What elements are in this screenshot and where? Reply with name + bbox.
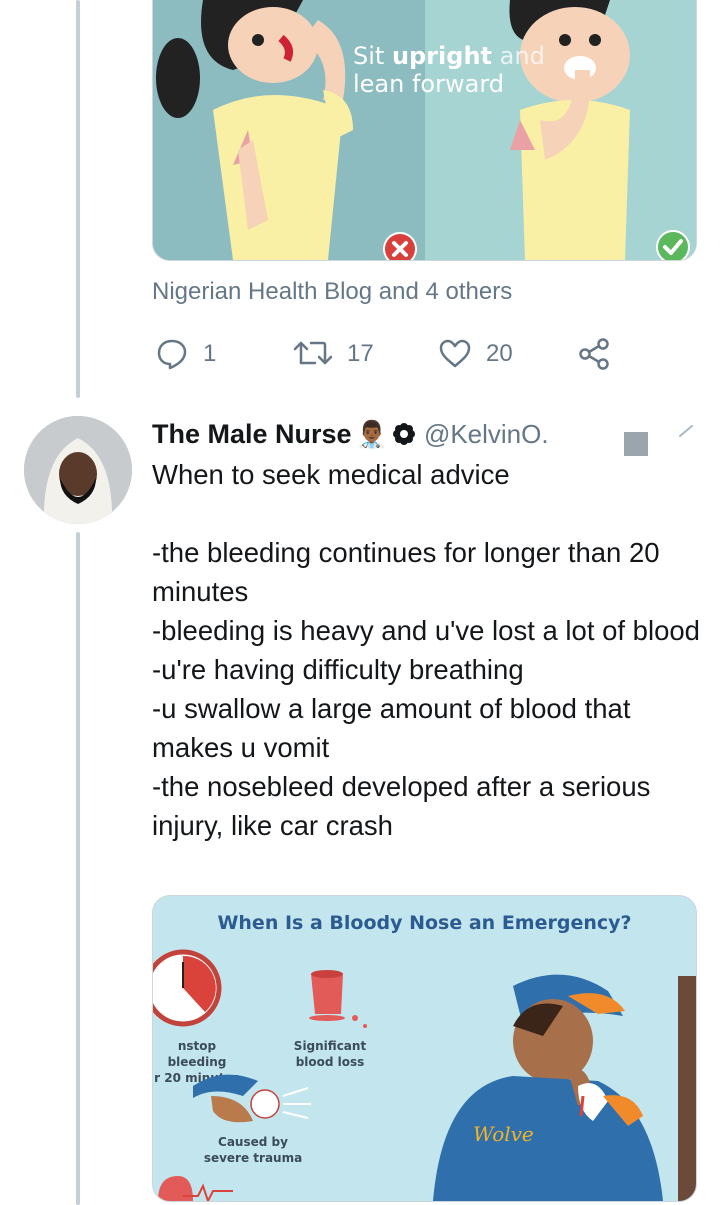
like-button[interactable]: 20 xyxy=(438,336,513,372)
share-icon xyxy=(579,338,609,370)
retweet-icon xyxy=(293,341,333,365)
tweet-image-first-aid[interactable]: Sit upright and lean forward xyxy=(152,0,697,261)
tweet-image-infographic[interactable]: When Is a Bloody Nose an Emergency? nsto… xyxy=(152,895,697,1202)
author-handle[interactable]: @KelvinO. xyxy=(424,419,549,450)
like-count: 20 xyxy=(486,340,513,367)
trauma-label: Caused by severe trauma xyxy=(203,1135,303,1165)
blood-cup-icon xyxy=(309,970,367,1028)
thread-line xyxy=(76,0,80,398)
reply-count: 1 xyxy=(203,340,217,367)
chevron-down-icon[interactable] xyxy=(676,422,696,442)
retweet-count: 17 xyxy=(347,340,374,367)
retweet-button[interactable]: 17 xyxy=(293,336,374,372)
x-icon xyxy=(383,232,417,260)
heart-icon xyxy=(439,339,471,368)
liked-by-text[interactable]: Nigerian Health Blog and 4 others xyxy=(152,278,512,306)
reply-icon xyxy=(157,339,187,370)
infographic-title: When Is a Bloody Nose an Emergency? xyxy=(217,912,632,934)
health-worker-emoji: 👨🏾‍⚕️ xyxy=(355,418,388,449)
author-name[interactable]: The Male Nurse xyxy=(152,419,352,450)
tweet-header: The Male Nurse 👨🏾‍⚕️ @KelvinO. xyxy=(152,414,549,454)
wrong-posture-panel xyxy=(153,0,425,260)
baseball-injury-icon xyxy=(193,1074,311,1123)
avatar[interactable] xyxy=(24,416,132,524)
clock-icon xyxy=(153,949,222,1027)
correct-posture-panel xyxy=(425,0,696,260)
tweet-text: When to seek medical advice -the bleedin… xyxy=(152,459,700,841)
thread-line xyxy=(76,532,80,1205)
heart-monitor-icon xyxy=(158,1176,233,1201)
more-icon[interactable] xyxy=(624,432,648,456)
share-button[interactable] xyxy=(578,336,626,372)
boy-nosebleed-illustration: Wolve xyxy=(433,974,696,1201)
jersey-text: Wolve xyxy=(473,1122,534,1146)
reply-button[interactable]: 1 xyxy=(155,336,216,372)
checkmark-icon xyxy=(656,230,690,260)
flower-badge-icon xyxy=(392,422,416,446)
image-caption: Sit upright and lean forward xyxy=(353,42,545,98)
